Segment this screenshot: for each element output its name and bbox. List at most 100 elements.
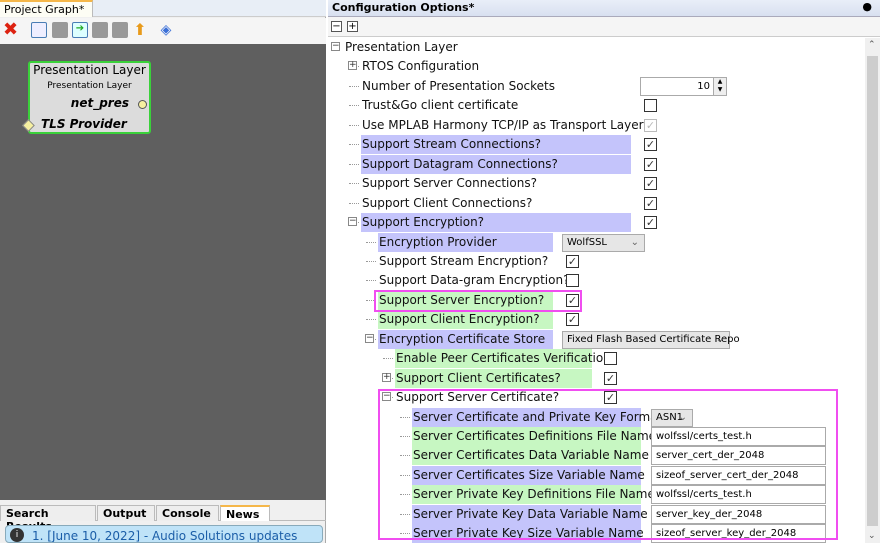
import-icon[interactable]: ➔	[72, 22, 88, 38]
tree-row[interactable]: Encryption Provider WolfSSL ⌄	[328, 232, 863, 252]
row-label: Support Client Connections?	[362, 195, 533, 210]
collapse-icon[interactable]: −	[331, 42, 340, 51]
tab-news[interactable]: News	[220, 505, 270, 521]
tree-connector	[383, 358, 393, 360]
bottom-tabbar: Search Results Output Console News	[0, 503, 326, 533]
tree-row[interactable]: − Encryption Certificate Store Fixed Flash…	[328, 329, 863, 349]
row-label: Enable Peer Certificates Verification	[395, 349, 611, 369]
checkbox[interactable]	[566, 274, 579, 288]
collapse-all-button[interactable]: −	[331, 21, 342, 32]
row-label: Support Stream Encryption?	[379, 253, 549, 268]
row-label: Support Data-gram Encryption?	[379, 273, 570, 288]
tree-row[interactable]: Support Datagram Connections? ✓	[328, 154, 863, 174]
tree-connector	[349, 85, 359, 87]
checkbox[interactable]	[644, 99, 657, 113]
tab-console[interactable]: Console	[156, 505, 219, 521]
news-item[interactable]: i 1. [June 10, 2022] - Audio Solutions u…	[5, 525, 323, 543]
tree-row[interactable]: + RTOS Configuration	[328, 57, 863, 76]
disabled-tool-icon[interactable]	[112, 22, 128, 38]
new-component-icon[interactable]	[31, 22, 47, 38]
checkbox[interactable]: ✓	[644, 216, 657, 230]
tree-row[interactable]: Use MPLAB Harmony TCP/IP as Transport La…	[328, 116, 863, 135]
tree-row[interactable]: Support Data-gram Encryption?	[328, 271, 863, 290]
port-tls-provider-label: TLS Provider	[41, 117, 127, 131]
tab-project-graph[interactable]: Project Graph*	[0, 0, 93, 17]
graph-canvas[interactable]: Presentation Layer Presentation Layer ne…	[0, 44, 326, 500]
graph-toolbar: ✖ ➔ ⬆ ◈	[0, 18, 326, 44]
tree-row[interactable]: − Presentation Layer	[328, 38, 863, 57]
tree-toolbar: − +	[328, 17, 880, 37]
tree-connector	[366, 280, 376, 282]
scroll-down-icon[interactable]: ⌄	[868, 531, 876, 541]
pin-icon[interactable]: ●	[862, 0, 872, 13]
row-label: Number of Presentation Sockets	[362, 78, 555, 93]
row-label: Encryption Provider	[378, 232, 553, 252]
tree-row[interactable]: + Support Client Certificates? ✓	[328, 368, 863, 388]
tree-row[interactable]: Support Server Connections? ✓	[328, 174, 863, 193]
checkbox[interactable]: ✓	[644, 157, 657, 171]
tree-connector	[349, 144, 359, 146]
collapse-icon[interactable]: −	[365, 333, 374, 343]
chevron-down-icon: ⌄	[630, 236, 639, 248]
dropdown[interactable]: WolfSSL ⌄	[562, 233, 645, 252]
tree-row[interactable]: Support Stream Connections? ✓	[328, 135, 863, 155]
checkbox[interactable]: ✓	[644, 118, 657, 132]
scrollbar-thumb[interactable]	[867, 56, 878, 526]
checkbox[interactable]	[604, 352, 617, 366]
tree-connector	[349, 124, 359, 126]
tab-search-results[interactable]: Search Results	[0, 505, 96, 533]
project-graph-panel: Project Graph* ✖ ➔ ⬆ ◈ Presentation Laye…	[0, 0, 326, 543]
tree-row[interactable]: Support Client Connections? ✓	[328, 194, 863, 213]
checkbox[interactable]: ✓	[644, 138, 657, 152]
tree-connector	[349, 202, 359, 204]
expand-all-button[interactable]: +	[347, 21, 358, 32]
disabled-tool-icon[interactable]	[52, 22, 68, 38]
collapse-icon[interactable]: −	[348, 217, 357, 227]
tree-row[interactable]: Trust&Go client certificate	[328, 96, 863, 115]
delete-icon[interactable]: ✖	[3, 21, 19, 39]
tree-row[interactable]: Support Stream Encryption? ✓	[328, 252, 863, 271]
dropdown-value: Fixed Flash Based Certificate Repo	[567, 333, 740, 345]
expand-icon[interactable]: +	[382, 372, 391, 382]
expand-icon[interactable]: +	[348, 61, 357, 71]
dropdown[interactable]: Fixed Flash Based Certificate Repo ⌄	[562, 330, 740, 349]
tab-output[interactable]: Output	[97, 505, 155, 521]
checkbox[interactable]: ✓	[566, 313, 579, 327]
number-spinner[interactable]: 10 ▲ ▼	[640, 76, 727, 96]
presentation-layer-node[interactable]: Presentation Layer Presentation Layer ne…	[22, 61, 151, 134]
row-label: Trust&Go client certificate	[362, 98, 519, 113]
center-view-icon[interactable]: ◈	[158, 22, 174, 38]
panel-title-text: Configuration Options*	[332, 1, 475, 14]
panel-title: Configuration Options* ●	[328, 0, 880, 17]
tree-connector	[349, 163, 359, 165]
up-arrow-icon[interactable]: ⬆	[132, 22, 148, 38]
tree-row[interactable]: − Support Encryption? ✓	[328, 213, 863, 233]
spinner-arrows-icon[interactable]: ▲ ▼	[713, 77, 726, 95]
checkbox[interactable]: ✓	[644, 196, 657, 210]
row-label: RTOS Configuration	[362, 59, 480, 74]
chevron-down-icon: ⌄	[715, 333, 724, 345]
input-port-icon[interactable]	[22, 119, 35, 132]
tree-connector	[366, 319, 376, 321]
checkbox[interactable]: ✓	[604, 371, 617, 385]
tree-connector	[349, 183, 359, 185]
port-net-pres-label: net_pres	[70, 96, 129, 110]
spinner-value: 10	[697, 80, 710, 92]
output-port-icon[interactable]	[138, 100, 147, 109]
vertical-scrollbar[interactable]: ⌃ ⌄	[865, 38, 880, 543]
row-label: Support Client Certificates?	[395, 368, 592, 388]
checkbox[interactable]: ✓	[644, 177, 657, 191]
project-graph-tabbar: Project Graph*	[0, 0, 326, 17]
tree-row[interactable]: Enable Peer Certificates Verification	[328, 349, 863, 369]
tree-row[interactable]: Support Client Encryption? ✓	[328, 310, 863, 330]
tree-row[interactable]: Number of Presentation Sockets 10 ▲ ▼	[328, 76, 863, 96]
scroll-up-icon[interactable]: ⌃	[868, 40, 876, 50]
row-label: Support Encryption?	[361, 213, 631, 233]
disabled-tool-icon[interactable]	[92, 22, 108, 38]
row-label: Presentation Layer	[345, 40, 458, 54]
info-icon: i	[10, 528, 24, 542]
row-label: Support Client Encryption?	[378, 310, 553, 330]
tree-connector	[349, 105, 359, 107]
highlight-server-certificate	[378, 389, 838, 540]
checkbox[interactable]: ✓	[566, 254, 579, 268]
